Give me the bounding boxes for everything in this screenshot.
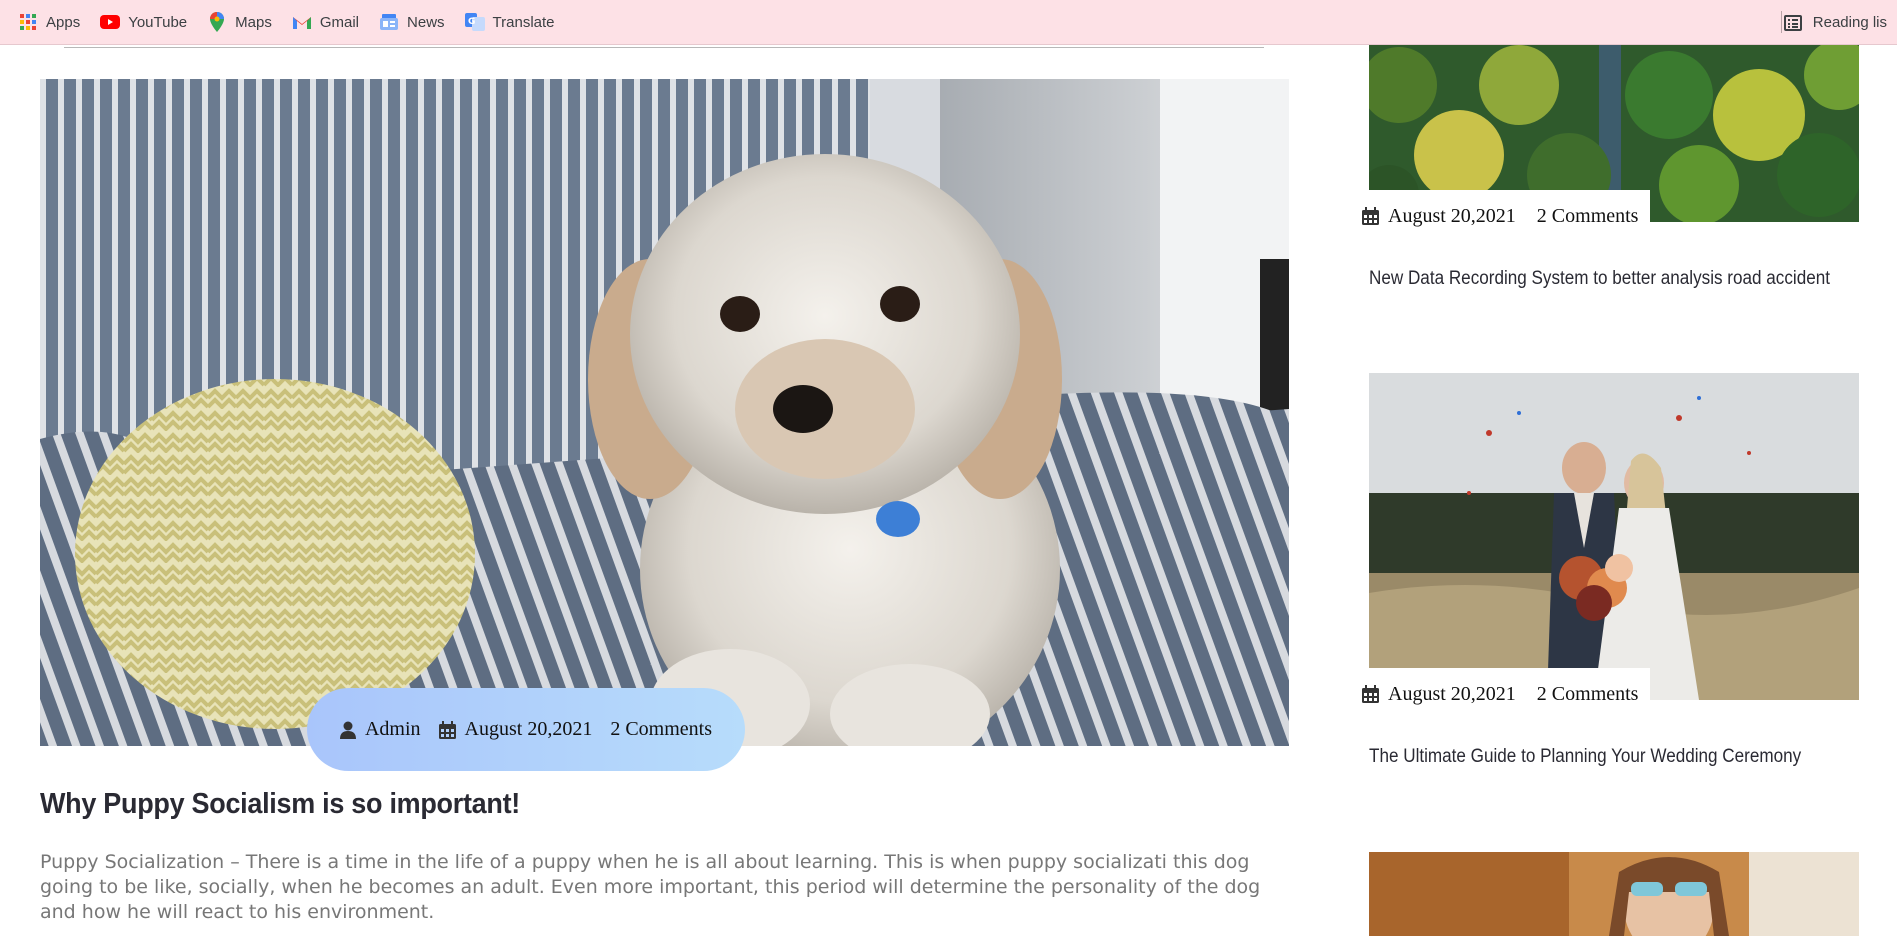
bookmark-label: YouTube xyxy=(128,13,188,31)
sidebar-post-meta: August 20,2021 2 Comments xyxy=(1352,668,1650,720)
sidebar-post-title[interactable]: New Data Recording System to better anal… xyxy=(1369,268,1837,290)
post-excerpt: Puppy Socialization – There is a time in… xyxy=(40,851,1261,923)
post-date[interactable]: August 20,2021 xyxy=(438,718,593,741)
bookmark-translate[interactable]: G Translate xyxy=(455,6,565,38)
post-author-name: Admin xyxy=(364,718,421,740)
bookmark-gmail[interactable]: Gmail xyxy=(282,6,369,38)
reading-list-button[interactable]: Reading lis xyxy=(1765,0,1897,45)
post-meta-pill: Admin August 20,2021 2 Comments xyxy=(307,688,745,771)
reading-list-icon xyxy=(1783,13,1803,33)
post-comments-link[interactable]: 2 Comments xyxy=(610,718,712,741)
calendar-icon xyxy=(1362,685,1379,703)
svg-text:G: G xyxy=(468,17,475,27)
post-featured-image[interactable] xyxy=(40,79,1289,746)
sidebar-post-comments[interactable]: 2 Comments xyxy=(1537,683,1639,706)
sidebar-post-date: August 20,2021 xyxy=(1388,204,1516,227)
bookmark-label: Translate xyxy=(492,13,555,31)
reading-list-label: Reading lis xyxy=(1812,14,1887,31)
bookmark-maps[interactable]: Maps xyxy=(197,6,282,38)
calendar-icon xyxy=(438,720,456,739)
post-author[interactable]: Admin xyxy=(339,718,421,741)
user-icon xyxy=(339,721,356,739)
calendar-icon xyxy=(1362,207,1379,225)
bookmarks-bar: Apps YouTube Maps Gmail News G Translate xyxy=(0,0,1897,45)
bookmark-apps[interactable]: Apps xyxy=(0,6,90,38)
bookmark-label: Gmail xyxy=(319,13,360,31)
bookmark-news[interactable]: News xyxy=(369,6,455,38)
maps-pin-icon xyxy=(207,12,227,32)
bookmark-youtube[interactable]: YouTube xyxy=(90,6,197,38)
divider xyxy=(64,47,1264,48)
translate-icon: G xyxy=(464,12,485,32)
sidebar-post-date: August 20,2021 xyxy=(1388,682,1516,705)
bookmark-label: Apps xyxy=(46,13,81,31)
apps-grid-icon xyxy=(18,12,38,32)
sidebar-post-meta: August 20,2021 2 Comments xyxy=(1352,190,1650,242)
sidebar-post-comments[interactable]: 2 Comments xyxy=(1537,205,1639,228)
post-title[interactable]: Why Puppy Socialism is so important! xyxy=(40,788,520,821)
sidebar-post-image[interactable] xyxy=(1369,373,1859,700)
bookmark-label: News xyxy=(407,13,445,31)
youtube-icon xyxy=(100,12,121,32)
gmail-icon xyxy=(292,12,312,32)
sidebar-post-image[interactable] xyxy=(1369,852,1859,936)
sidebar-post-title[interactable]: The Ultimate Guide to Planning Your Wedd… xyxy=(1369,746,1837,768)
post-date-text: August 20,2021 xyxy=(464,718,593,740)
news-icon xyxy=(379,12,399,32)
bookmark-label: Maps xyxy=(235,13,272,31)
